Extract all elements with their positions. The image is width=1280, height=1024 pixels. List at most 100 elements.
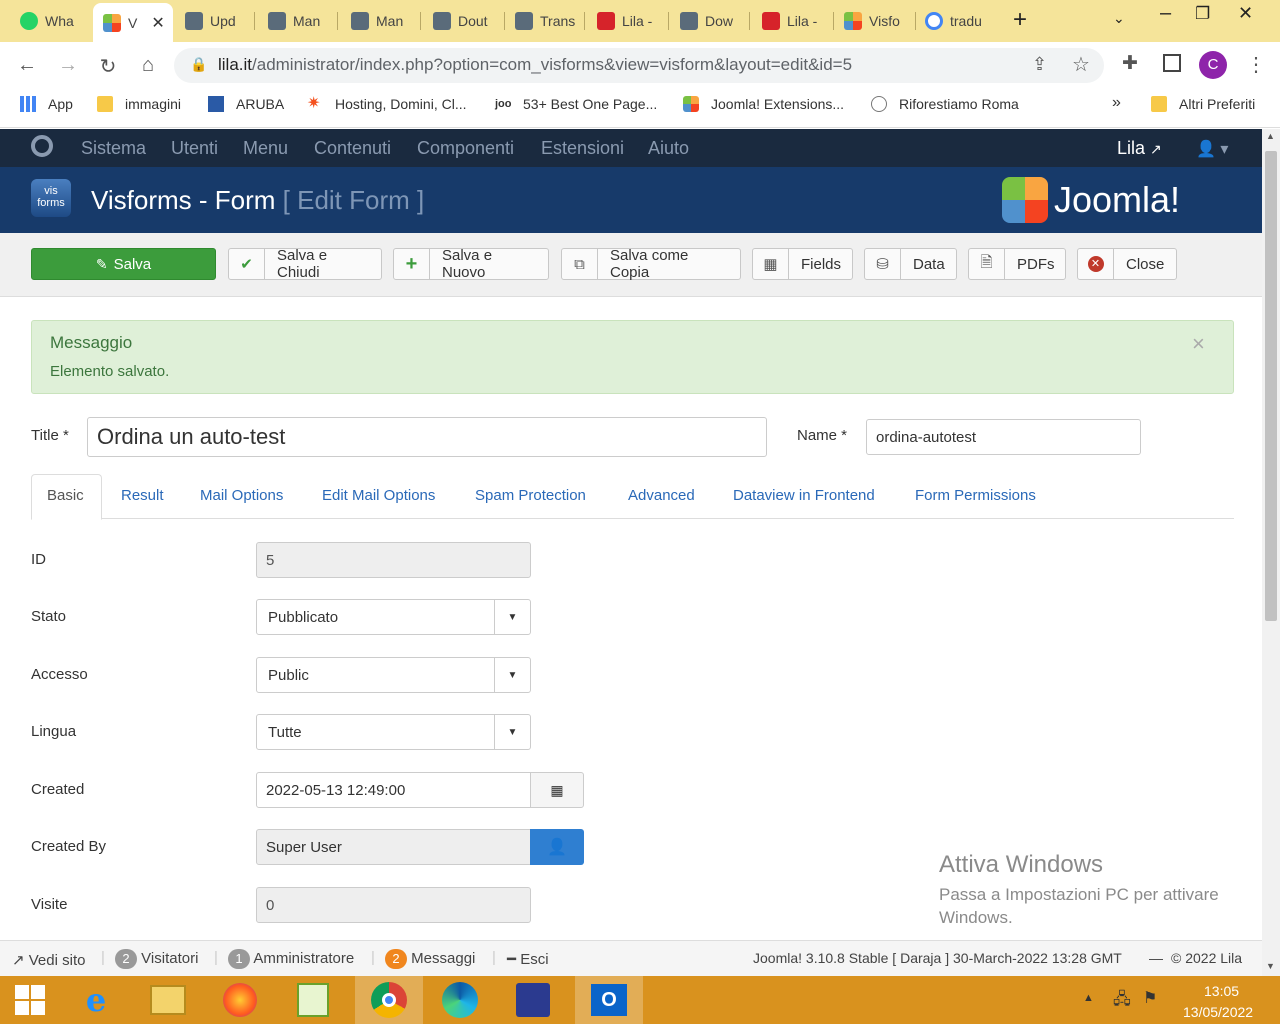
taskbar-chrome[interactable] — [355, 976, 423, 1024]
browser-tab[interactable]: Wha — [20, 6, 90, 36]
tab-spam-protection[interactable]: Spam Protection — [475, 487, 586, 504]
menu-menu[interactable]: Menu — [243, 138, 288, 159]
scrollbar-thumb[interactable] — [1265, 151, 1277, 621]
tab-edit-mail-options[interactable]: Edit Mail Options — [322, 487, 435, 504]
bookmark-item[interactable]: Joomla! Extensions... — [683, 96, 844, 112]
browser-tab-active[interactable]: V ✕ — [93, 3, 173, 42]
bookmark-item[interactable]: ✷ Hosting, Domini, Cl... — [307, 96, 466, 113]
taskbar-file-explorer[interactable] — [138, 976, 198, 1024]
browser-tab[interactable]: Dow — [680, 6, 750, 36]
bookmark-item[interactable]: App — [20, 96, 73, 112]
close-message-icon[interactable]: × — [1192, 331, 1205, 357]
admin-indicator[interactable]: 1 Amministratore — [228, 949, 354, 969]
chevron-down-icon[interactable]: ▼ — [494, 715, 530, 749]
extensions-puzzle-icon[interactable]: ✚ — [1122, 52, 1138, 75]
bookmarks-overflow[interactable]: » — [1112, 94, 1121, 112]
save-button[interactable]: ✎ Salva — [31, 248, 216, 280]
browser-tab[interactable]: Lila - — [762, 6, 834, 36]
menu-componenti[interactable]: Componenti — [417, 138, 514, 159]
chevron-down-icon[interactable]: ▼ — [494, 658, 530, 692]
menu-utenti[interactable]: Utenti — [171, 138, 218, 159]
action-center-flag-icon[interactable]: ⚑ — [1143, 988, 1157, 1008]
home-icon[interactable]: ⌂ — [136, 54, 160, 77]
tab-basic-label[interactable]: Basic — [47, 487, 84, 504]
created-input[interactable]: 2022-05-13 12:49:00 — [256, 772, 531, 808]
scroll-down-icon[interactable]: ▼ — [1266, 961, 1275, 971]
bookmark-item[interactable]: Riforestiamo Roma — [871, 96, 1019, 112]
save-as-copy-button[interactable]: ⧉ Salva come Copia — [561, 247, 741, 281]
other-bookmarks[interactable]: Altri Preferiti — [1151, 96, 1255, 112]
close-window-icon[interactable]: ✕ — [1238, 3, 1253, 24]
browser-tab[interactable]: Visfo — [844, 6, 916, 36]
menu-estensioni[interactable]: Estensioni — [541, 138, 624, 159]
browser-tab[interactable]: Lila - — [597, 6, 669, 36]
bookmark-item[interactable]: immagini — [97, 96, 181, 112]
menu-aiuto[interactable]: Aiuto — [648, 138, 689, 159]
kebab-menu-icon[interactable]: ⋮ — [1246, 52, 1266, 77]
scroll-up-icon[interactable]: ▲ — [1266, 131, 1275, 141]
url-text[interactable]: lila.it/administrator/index.php?option=c… — [218, 55, 852, 75]
browser-tab[interactable]: Man — [351, 6, 421, 36]
browser-tab[interactable]: Trans — [515, 6, 585, 36]
close-tab-icon[interactable]: ✕ — [151, 13, 164, 33]
tab-form-permissions[interactable]: Form Permissions — [915, 487, 1036, 504]
back-arrow-icon[interactable]: ← — [15, 54, 39, 77]
view-site-link[interactable]: ↗ Vedi sito — [12, 951, 85, 969]
joomla-home-icon[interactable] — [31, 135, 53, 157]
close-button[interactable]: ✕ Close — [1077, 248, 1177, 280]
chevron-down-icon[interactable]: ▼ — [494, 600, 530, 634]
calendar-button[interactable]: ▦ — [530, 772, 584, 808]
tab-advanced[interactable]: Advanced — [628, 487, 695, 504]
select-user-button[interactable]: 👤 — [530, 829, 584, 865]
user-menu-icon[interactable]: 👤 ▾ — [1196, 139, 1228, 159]
browser-tab[interactable]: Man — [268, 6, 338, 36]
vertical-scrollbar[interactable]: ▲ ▼ — [1262, 129, 1280, 976]
clock-time[interactable]: 13:05 — [1204, 983, 1239, 999]
taskbar-firefox[interactable] — [210, 976, 270, 1024]
bookmark-item[interactable]: joo 53+ Best One Page... — [495, 96, 657, 112]
pdfs-button[interactable]: 🗎 PDFs — [968, 248, 1066, 280]
taskbar-edge[interactable] — [430, 976, 490, 1024]
share-icon[interactable]: ⇪ — [1032, 54, 1047, 75]
accesso-select[interactable]: Public ▼ — [256, 657, 531, 693]
taskbar-save-app[interactable] — [503, 976, 563, 1024]
name-input[interactable]: ordina-autotest — [866, 419, 1141, 455]
minimize-icon[interactable]: – — [1160, 2, 1171, 25]
tab-search-chevron-icon[interactable]: ⌄ — [1113, 10, 1125, 27]
profile-avatar[interactable]: C — [1199, 51, 1227, 79]
menu-sistema[interactable]: Sistema — [81, 138, 146, 159]
new-tab-icon[interactable]: + — [1013, 6, 1027, 34]
side-panel-icon[interactable] — [1163, 54, 1181, 72]
menu-contenuti[interactable]: Contenuti — [314, 138, 391, 159]
bookmark-item[interactable]: ARUBA — [208, 96, 284, 112]
forward-arrow-icon[interactable]: → — [56, 54, 80, 77]
clock-date[interactable]: 13/05/2022 — [1183, 1004, 1253, 1020]
messages-indicator[interactable]: 2 Messaggi — [385, 949, 475, 969]
user-site-link[interactable]: Lila ↗ — [1117, 138, 1162, 159]
save-and-close-button[interactable]: ✔ Salva e Chiudi — [228, 247, 382, 281]
save-and-new-button[interactable]: + Salva e Nuovo — [393, 247, 549, 281]
browser-tab[interactable]: Dout — [433, 6, 505, 36]
stato-select[interactable]: Pubblicato ▼ — [256, 599, 531, 635]
lock-icon[interactable]: 🔒 — [190, 56, 207, 73]
tab-dataview-frontend[interactable]: Dataview in Frontend — [733, 487, 875, 504]
taskbar-notepad-plus[interactable] — [283, 976, 343, 1024]
title-input[interactable]: Ordina un auto-test — [87, 417, 767, 457]
start-button[interactable] — [0, 976, 60, 1024]
browser-tab[interactable]: tradu — [925, 6, 995, 36]
bookmark-star-icon[interactable]: ☆ — [1072, 52, 1090, 77]
visitors-indicator[interactable]: 2 Visitatori — [115, 949, 198, 969]
taskbar-outlook[interactable]: O — [575, 976, 643, 1024]
tab-result[interactable]: Result — [121, 487, 164, 504]
logout-link[interactable]: ━ Esci — [507, 950, 549, 968]
data-button[interactable]: ⛁ Data — [864, 248, 957, 280]
lingua-select[interactable]: Tutte ▼ — [256, 714, 531, 750]
browser-tab[interactable]: Upd — [185, 6, 255, 36]
reload-icon[interactable]: ↻ — [96, 54, 120, 79]
network-icon[interactable]: 🖧 — [1113, 988, 1131, 1015]
fields-button[interactable]: ▦ Fields — [752, 248, 853, 280]
restore-icon[interactable]: ❐ — [1195, 4, 1210, 24]
tab-mail-options[interactable]: Mail Options — [200, 487, 283, 504]
tray-expand-icon[interactable]: ▲ — [1083, 992, 1094, 1004]
taskbar-internet-explorer[interactable]: e — [66, 976, 126, 1024]
